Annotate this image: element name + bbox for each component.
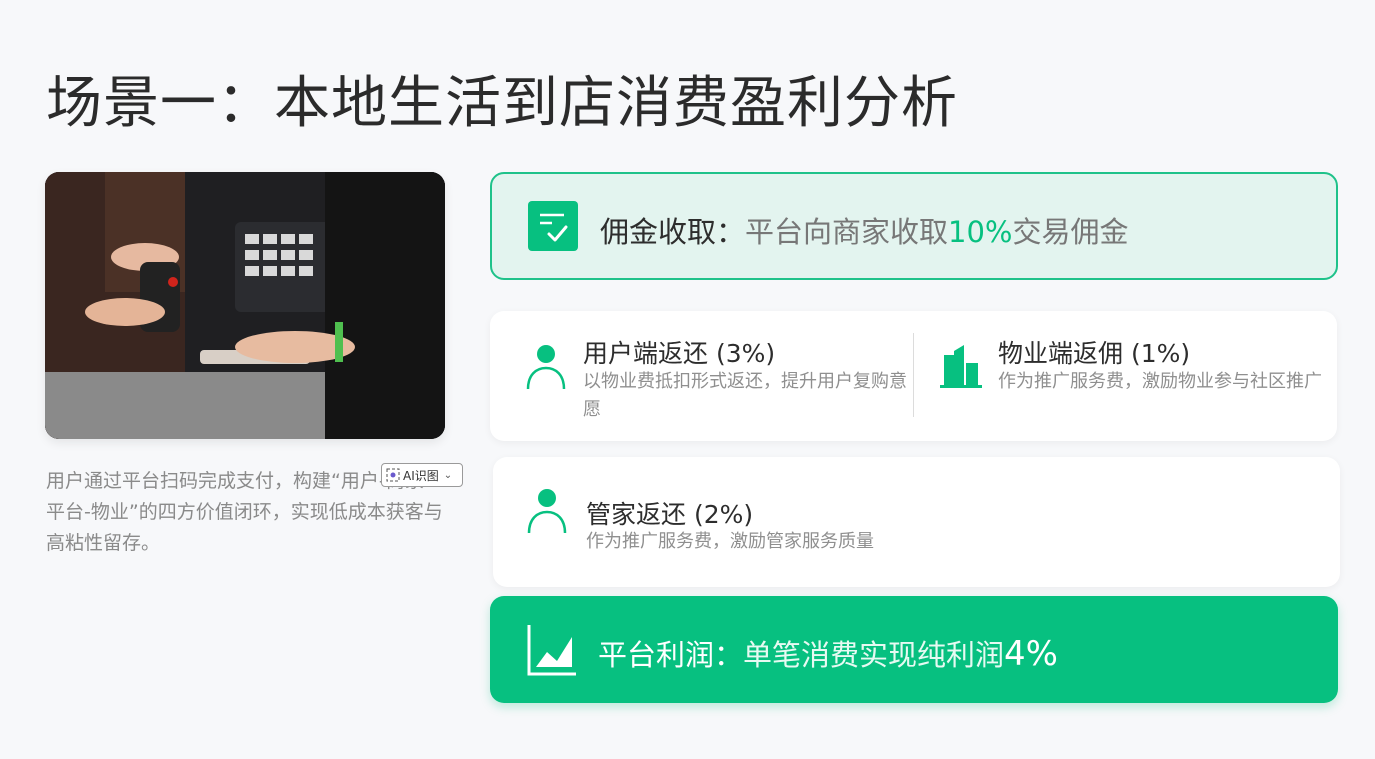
- page-title: 场景一：本地生活到店消费盈利分析: [46, 71, 958, 136]
- ai-recognize-button[interactable]: AI识图 ⌄: [381, 463, 463, 487]
- butler-rebate-desc: 作为推广服务费，激励管家服务质量: [586, 531, 874, 552]
- area-chart-icon: [527, 625, 576, 676]
- ai-recognize-icon: [386, 468, 400, 482]
- person-icon: [526, 345, 566, 390]
- user-rebate-desc: 以物业费抵扣形式返还，提升用户复购意愿: [583, 371, 907, 420]
- commission-text: 佣金收取：平台向商家收取10%交易佣金: [600, 214, 1129, 250]
- divider: [913, 333, 914, 417]
- ai-recognize-label: AI识图: [403, 468, 439, 483]
- commission-text-after: 交易佣金: [1012, 215, 1129, 249]
- profit-card: 平台利润：单笔消费实现纯利润4%: [490, 596, 1338, 703]
- property-rebate-desc: 作为推广服务费，激励物业参与社区推广: [998, 371, 1322, 392]
- profit-rate: 4%: [1004, 634, 1058, 674]
- person-icon: [527, 489, 567, 534]
- commission-rate: 10%: [948, 215, 1013, 249]
- commission-text-before: 平台向商家收取: [745, 215, 949, 249]
- butler-rebate-title: 管家返还 (2%): [586, 500, 754, 529]
- checklist-icon: [528, 201, 578, 251]
- profit-text: 平台利润：单笔消费实现纯利润4%: [598, 636, 1058, 673]
- profit-label: 平台利润：: [598, 638, 744, 672]
- payment-scan-photo: [45, 172, 445, 439]
- commission-label: 佣金收取：: [600, 215, 746, 249]
- butler-card: 管家返还 (2%) 作为推广服务费，激励管家服务质量: [493, 457, 1340, 587]
- profit-text-before: 单笔消费实现纯利润: [743, 638, 1005, 672]
- chevron-down-icon: ⌄: [443, 469, 453, 481]
- commission-card: 佣金收取：平台向商家收取10%交易佣金: [490, 172, 1338, 280]
- user-rebate-title: 用户端返还 (3%): [583, 339, 776, 368]
- property-rebate-title: 物业端返佣 (1%): [998, 339, 1191, 368]
- building-icon: [940, 345, 982, 388]
- rebates-card: 用户端返还 (3%) 以物业费抵扣形式返还，提升用户复购意愿 物业端返佣 (1%…: [490, 311, 1337, 441]
